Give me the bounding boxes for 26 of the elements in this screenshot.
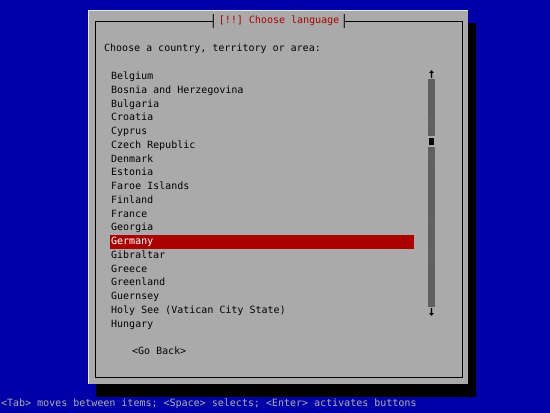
help-line: <Tab> moves between items; <Space> selects; <Enter> activates buttons (0, 397, 418, 411)
country-item[interactable]: Denmark (110, 152, 414, 166)
country-item[interactable]: Bosnia and Herzegovina (110, 84, 414, 98)
country-item[interactable]: Croatia (110, 111, 414, 125)
go-back-button[interactable]: <Go Back> (132, 345, 186, 360)
country-item[interactable]: Czech Republic (110, 138, 414, 152)
country-item[interactable]: Cyprus (110, 125, 414, 139)
country-item[interactable]: Georgia (110, 221, 414, 235)
country-item[interactable]: Gibraltar (110, 248, 414, 262)
country-item[interactable]: Hungary (110, 318, 414, 332)
scroll-down-icon (429, 308, 434, 316)
country-item[interactable]: Germany (110, 235, 414, 249)
country-item[interactable]: Belgium (110, 70, 414, 84)
country-item[interactable]: Bulgaria (110, 98, 414, 112)
country-item[interactable]: Greece (110, 262, 414, 276)
country-item[interactable]: Faroe Islands (110, 180, 414, 194)
country-item[interactable]: France (110, 208, 414, 222)
country-item[interactable]: Greenland (110, 276, 414, 290)
scroll-up-icon (429, 70, 434, 78)
dialog-title: [!!] Choose language (212, 14, 346, 28)
country-item[interactable]: Holy See (Vatican City State) (110, 304, 414, 318)
prompt-text: Choose a country, territory or area: (104, 42, 322, 56)
country-item[interactable]: Estonia (110, 166, 414, 180)
country-item[interactable]: Finland (110, 194, 414, 208)
country-item[interactable]: Guernsey (110, 290, 414, 304)
scrollbar-thumb[interactable] (429, 138, 434, 145)
